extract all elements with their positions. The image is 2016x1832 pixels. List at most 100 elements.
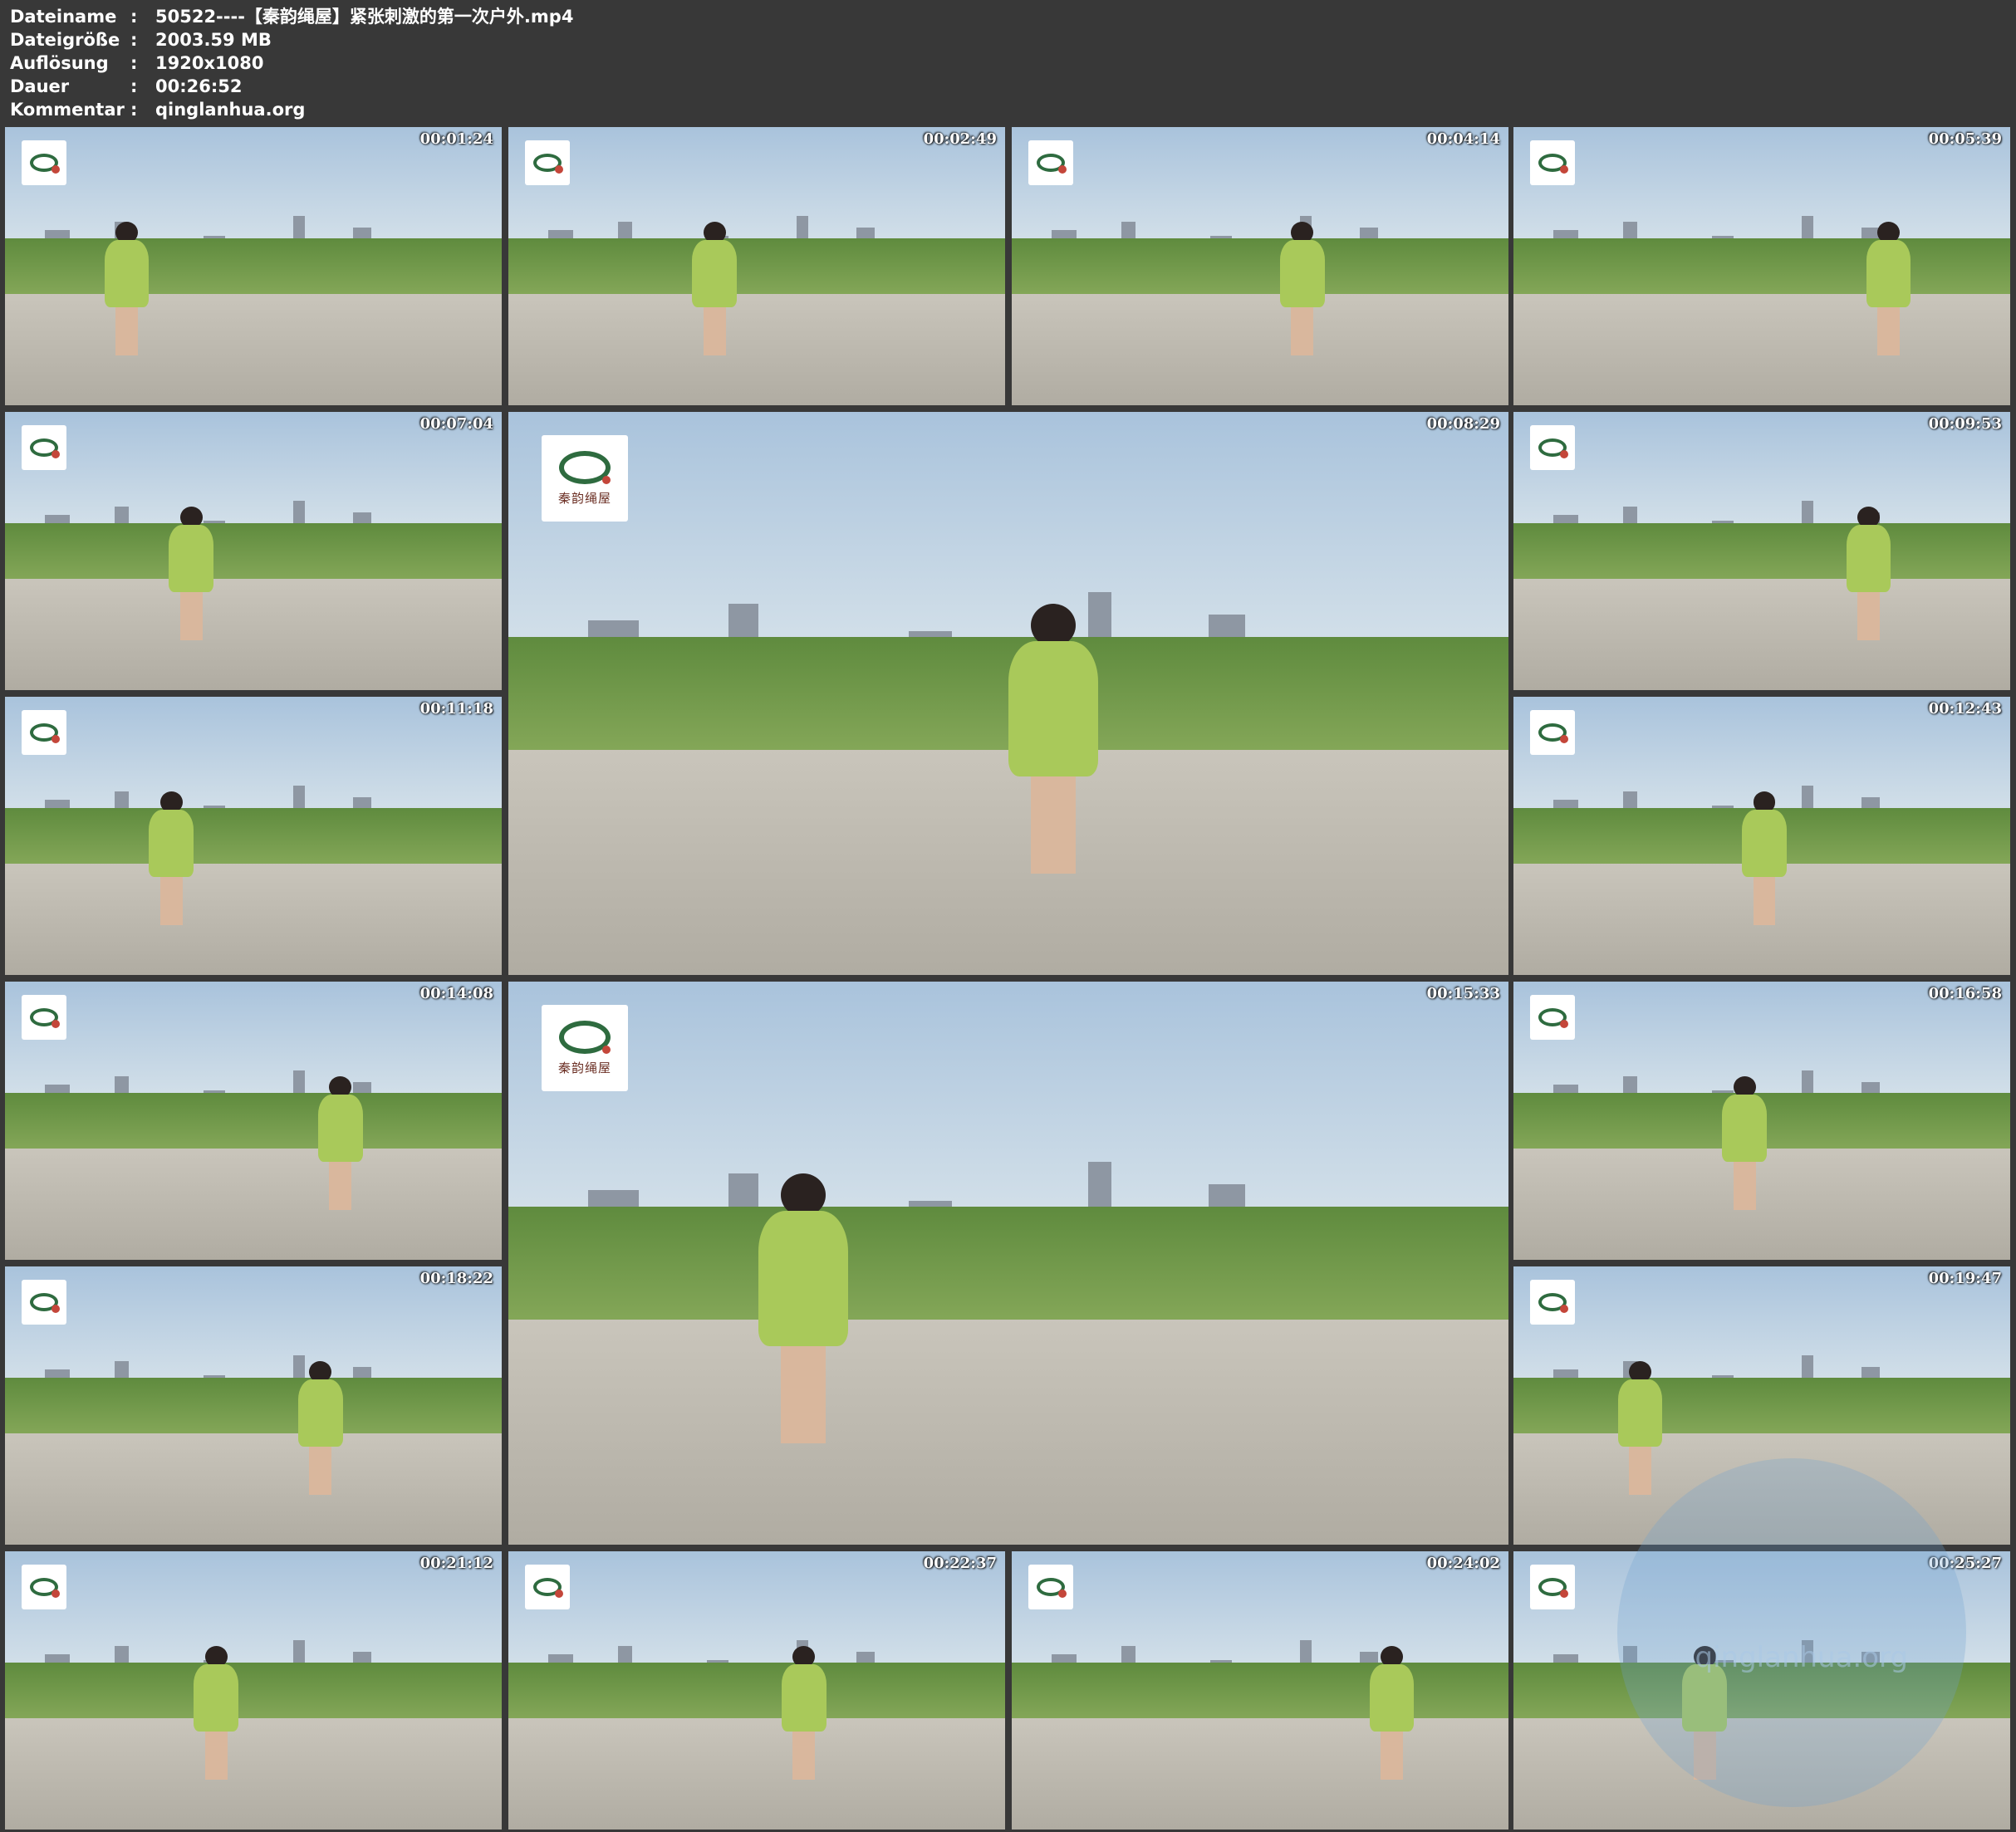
figure-legs xyxy=(115,306,138,355)
logo-knot-icon xyxy=(533,154,563,174)
thumbnail-timestamp: 00:14:08 xyxy=(419,985,493,1002)
pavement-area xyxy=(1012,294,1508,405)
person-figure xyxy=(149,791,194,925)
studio-logo-icon xyxy=(1530,995,1575,1040)
video-thumbnail[interactable]: 00:25:27 xyxy=(1513,1551,2010,1830)
video-thumbnail[interactable]: 00:05:39 xyxy=(1513,127,2010,405)
studio-logo-icon xyxy=(1530,1565,1575,1609)
figure-dress xyxy=(758,1211,849,1346)
studio-logo-icon xyxy=(1028,1565,1073,1609)
video-thumbnail[interactable]: 00:02:49 xyxy=(508,127,1005,405)
video-thumbnail[interactable]: 00:19:47 xyxy=(1513,1266,2010,1545)
person-figure xyxy=(781,1645,827,1780)
figure-legs xyxy=(204,1731,228,1780)
logo-knot-icon xyxy=(1538,1578,1568,1598)
figure-dress xyxy=(1279,240,1325,307)
vegetation-area xyxy=(5,1093,502,1154)
video-thumbnail[interactable]: 秦韵绳屋 00:08:29 xyxy=(508,412,1508,975)
resolution-label: Auflösung xyxy=(10,53,109,73)
logo-knot-icon xyxy=(1037,1578,1067,1598)
vegetation-area xyxy=(5,1663,502,1724)
pavement-area xyxy=(5,1149,502,1260)
video-thumbnail[interactable]: 00:24:02 xyxy=(1012,1551,1508,1830)
vegetation-area xyxy=(1012,238,1508,300)
figure-dress xyxy=(1866,240,1911,307)
pavement-area xyxy=(508,294,1005,405)
figure-dress xyxy=(297,1379,343,1447)
studio-logo-icon xyxy=(1028,140,1073,185)
studio-logo-icon xyxy=(525,140,570,185)
person-figure xyxy=(1846,506,1891,640)
video-thumbnail[interactable]: 00:22:37 xyxy=(508,1551,1005,1830)
video-thumbnail[interactable]: 00:09:53 xyxy=(1513,412,2010,690)
thumbnail-timestamp: 00:05:39 xyxy=(1928,130,2002,148)
thumbnail-timestamp: 00:25:27 xyxy=(1928,1555,2002,1572)
figure-legs xyxy=(1693,1731,1716,1780)
studio-logo-icon xyxy=(1530,140,1575,185)
duration-label: Dauer xyxy=(10,76,70,96)
person-figure xyxy=(1722,1075,1767,1210)
logo-knot-icon xyxy=(1538,1293,1568,1313)
logo-knot-icon xyxy=(30,1008,60,1028)
vegetation-area xyxy=(508,1663,1005,1724)
video-thumbnail[interactable]: 00:01:24 xyxy=(5,127,502,405)
figure-dress xyxy=(1722,1095,1767,1162)
figure-dress xyxy=(1742,810,1787,877)
figure-head xyxy=(781,1173,827,1217)
filesize-value: 2003.59 MB xyxy=(155,30,272,50)
person-figure xyxy=(1008,603,1099,874)
person-figure xyxy=(1866,221,1911,355)
video-thumbnail[interactable]: 00:04:14 xyxy=(1012,127,1508,405)
video-thumbnail[interactable]: 00:12:43 xyxy=(1513,697,2010,975)
video-thumbnail[interactable]: 00:11:18 xyxy=(5,697,502,975)
pavement-area xyxy=(5,1718,502,1830)
person-figure xyxy=(317,1075,363,1210)
pavement-area xyxy=(1513,579,2010,690)
vegetation-area xyxy=(1012,1663,1508,1724)
person-figure xyxy=(1742,791,1787,925)
thumbnail-timestamp: 00:02:49 xyxy=(923,130,997,148)
figure-legs xyxy=(179,591,203,640)
figure-legs xyxy=(1877,306,1900,355)
video-thumbnail[interactable]: 00:14:08 xyxy=(5,982,502,1260)
figure-dress xyxy=(194,1664,239,1732)
person-figure xyxy=(1279,221,1325,355)
comment-value: qinglanhua.org xyxy=(155,100,306,120)
studio-logo-icon xyxy=(525,1565,570,1609)
thumbnail-timestamp: 00:22:37 xyxy=(923,1555,997,1572)
thumbnail-timestamp: 00:24:02 xyxy=(1426,1555,1500,1572)
pavement-area xyxy=(1513,1718,2010,1830)
studio-logo-icon xyxy=(22,425,66,470)
figure-legs xyxy=(1753,876,1776,925)
filesize-label: Dateigröße xyxy=(10,30,120,50)
person-figure xyxy=(169,506,214,640)
vegetation-area xyxy=(1513,238,2010,300)
pavement-area xyxy=(5,579,502,690)
thumbnail-timestamp: 00:21:12 xyxy=(419,1555,493,1572)
person-figure xyxy=(1369,1645,1415,1780)
thumbnail-timestamp: 00:09:53 xyxy=(1928,415,2002,433)
person-figure xyxy=(297,1360,343,1495)
thumbnail-timestamp: 00:04:14 xyxy=(1426,130,1500,148)
video-thumbnail[interactable]: 00:07:04 xyxy=(5,412,502,690)
figure-legs xyxy=(1857,591,1881,640)
video-thumbnail[interactable]: 00:16:58 xyxy=(1513,982,2010,1260)
figure-legs xyxy=(1381,1731,1403,1780)
figure-legs xyxy=(329,1161,352,1210)
figure-legs xyxy=(1733,1161,1756,1210)
figure-dress xyxy=(1846,525,1891,592)
video-thumbnail[interactable]: 秦韵绳屋 00:15:33 xyxy=(508,982,1508,1545)
thumbnail-timestamp: 00:08:29 xyxy=(1426,415,1500,433)
video-thumbnail[interactable]: 00:18:22 xyxy=(5,1266,502,1545)
figure-dress xyxy=(1008,641,1099,776)
thumbnail-timestamp: 00:16:58 xyxy=(1928,985,2002,1002)
thumbnail-timestamp: 00:01:24 xyxy=(419,130,493,148)
logo-sign-text: 秦韵绳屋 xyxy=(557,1060,611,1075)
filename-label: Dateiname xyxy=(10,7,117,27)
file-info-header: Dateiname : 50522----【秦韵绳屋】紧张刺激的第一次户外.mp… xyxy=(10,5,573,121)
vegetation-area xyxy=(1513,523,2010,585)
person-figure xyxy=(1617,1360,1663,1495)
video-thumbnail[interactable]: 00:21:12 xyxy=(5,1551,502,1830)
pavement-area xyxy=(1513,1433,2010,1545)
studio-logo-icon xyxy=(22,1565,66,1609)
